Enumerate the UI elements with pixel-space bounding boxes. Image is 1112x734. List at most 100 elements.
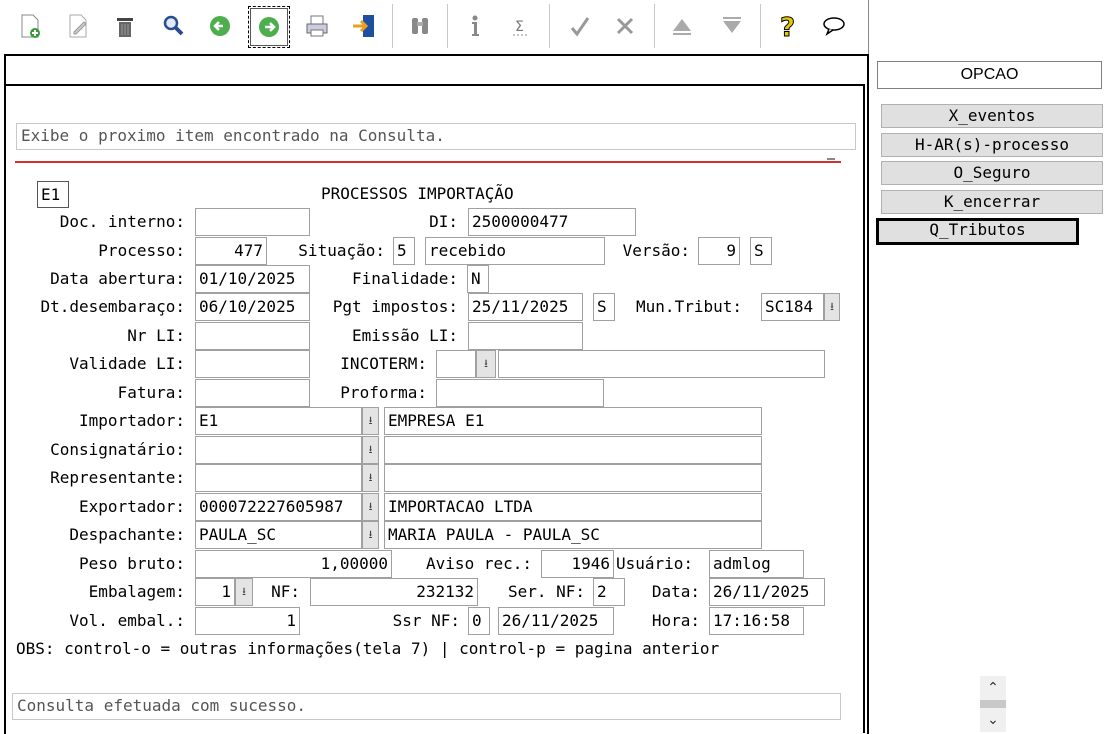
opcao-field[interactable]: OPCAO xyxy=(877,61,1102,89)
label-aviso-rec: Aviso rec.: xyxy=(426,554,532,573)
situacao-code-field[interactable]: 5 xyxy=(393,237,415,265)
label-emissao-li: Emissão LI: xyxy=(352,326,458,345)
label-ser-nf: Ser. NF: xyxy=(507,582,585,601)
consignatario-name-field xyxy=(384,436,762,464)
consignatario-code-field[interactable] xyxy=(195,436,362,464)
pgt-flag-field[interactable]: S xyxy=(593,293,615,321)
despachante-dropdown-icon[interactable]: ⭳ xyxy=(362,521,379,549)
help-icon[interactable]: ? xyxy=(767,6,807,46)
exportador-dropdown-icon[interactable]: ⭳ xyxy=(362,493,379,521)
label-hora: Hora: xyxy=(651,611,700,630)
nf-field[interactable]: 232132 xyxy=(310,578,478,606)
edit-icon[interactable] xyxy=(58,6,98,46)
q-tributos-button[interactable]: Q_Tributos xyxy=(876,218,1079,245)
representante-code-field[interactable] xyxy=(195,464,362,492)
mun-tribut-dropdown-icon[interactable]: ⭳ xyxy=(824,293,840,321)
validade-li-field[interactable] xyxy=(195,350,310,378)
representante-dropdown-icon[interactable]: ⭳ xyxy=(362,464,379,492)
next-icon[interactable] xyxy=(248,6,290,48)
label-exportador: Exportador: xyxy=(79,497,185,516)
k-encerrar-button[interactable]: K_encerrar xyxy=(881,190,1103,214)
binoculars-icon[interactable] xyxy=(400,6,440,46)
exportador-code-field[interactable]: 000072227605987 xyxy=(195,493,362,521)
label-data: Data: xyxy=(651,582,700,601)
label-peso-bruto: Peso bruto: xyxy=(79,554,185,573)
toolbar-separator xyxy=(392,4,393,48)
versao-flag-field[interactable]: S xyxy=(750,237,772,265)
toolbar-separator xyxy=(654,4,655,48)
representante-name-field xyxy=(384,464,762,492)
label-fatura: Fatura: xyxy=(117,383,185,402)
consignatario-dropdown-icon[interactable]: ⭳ xyxy=(362,436,379,464)
label-validade-li: Validade LI: xyxy=(69,354,185,373)
pgt-impostos-field[interactable]: 25/11/2025 xyxy=(468,293,583,321)
ssr-nf-field[interactable]: 0 xyxy=(468,607,490,635)
o-seguro-button[interactable]: O_Seguro xyxy=(881,161,1103,185)
svg-text:Σ: Σ xyxy=(515,19,524,35)
label-despachante: Despachante: xyxy=(69,525,185,544)
proforma-field[interactable] xyxy=(436,379,604,407)
cancel-icon[interactable] xyxy=(605,6,645,46)
usuario-field: admlog xyxy=(709,550,804,578)
trash-icon[interactable] xyxy=(105,6,145,46)
scroll-down-icon[interactable]: ⌄ xyxy=(980,708,1006,732)
scroll-up-icon[interactable]: ⌃ xyxy=(980,676,1006,700)
processo-field[interactable]: 477 xyxy=(195,237,267,265)
versao-field[interactable]: 9 xyxy=(698,237,740,265)
label-versao: Versão: xyxy=(622,241,690,260)
down-icon[interactable] xyxy=(712,6,752,46)
toolbar-separator xyxy=(760,4,761,48)
data-abertura-field[interactable]: 01/10/2025 xyxy=(195,265,310,293)
x-eventos-button[interactable]: X_eventos xyxy=(881,104,1103,128)
data-field[interactable]: 26/11/2025 xyxy=(709,578,825,606)
emissao-li-field[interactable] xyxy=(468,322,583,350)
label-importador: Importador: xyxy=(79,411,185,430)
vol-embal-field[interactable]: 1 xyxy=(195,607,300,635)
doc-interno-field[interactable] xyxy=(195,208,310,236)
label-situacao: Situação: xyxy=(298,241,385,260)
label-processo: Processo: xyxy=(98,241,185,260)
h-ar-processo-button[interactable]: H-AR(s)-processo xyxy=(881,133,1103,157)
dt-desembaraco-field[interactable]: 06/10/2025 xyxy=(195,293,310,321)
scroll-thumb[interactable] xyxy=(980,700,1006,708)
incoterm-field[interactable] xyxy=(436,350,476,378)
up-icon[interactable] xyxy=(662,6,702,46)
new-document-icon[interactable] xyxy=(10,6,50,46)
print-icon[interactable] xyxy=(297,6,337,46)
label-di: DI: xyxy=(429,212,458,231)
incoterm-desc-field xyxy=(498,350,825,378)
embalagem-field[interactable]: 1 xyxy=(195,578,235,606)
peso-bruto-field[interactable]: 1,00000 xyxy=(195,550,392,578)
info-icon[interactable] xyxy=(455,6,495,46)
page-title: PROCESSOS IMPORTAÇÃO xyxy=(321,184,514,203)
mun-tribut-field[interactable]: SC184 xyxy=(761,293,824,321)
hora-field[interactable]: 17:16:58 xyxy=(709,607,804,635)
aviso-rec-field[interactable]: 1946 xyxy=(541,550,614,578)
importador-dropdown-icon[interactable]: ⭳ xyxy=(362,407,379,435)
label-incoterm: INCOTERM: xyxy=(340,354,427,373)
screen-code: E1 xyxy=(37,181,69,208)
embalagem-dropdown-icon[interactable]: ⭳ xyxy=(235,578,253,606)
importador-code-field[interactable]: E1 xyxy=(195,407,362,435)
despachante-name-field: MARIA PAULA - PAULA_SC xyxy=(384,521,762,549)
confirm-icon[interactable] xyxy=(560,6,600,46)
ser-nf-field[interactable]: 2 xyxy=(593,578,625,606)
fatura-field[interactable] xyxy=(195,379,310,407)
di-field[interactable]: 2500000477 xyxy=(468,208,636,236)
toolbar: Σ ? xyxy=(0,0,870,54)
exit-icon[interactable] xyxy=(344,6,384,46)
situacao-desc-field: recebido xyxy=(425,237,605,265)
sum-icon[interactable]: Σ xyxy=(501,6,541,46)
svg-text:?: ? xyxy=(780,13,795,40)
label-ssr-nf: Ssr NF: xyxy=(392,611,460,630)
chat-icon[interactable] xyxy=(814,6,854,46)
search-icon[interactable] xyxy=(153,6,193,46)
despachante-code-field[interactable]: PAULA_SC xyxy=(195,521,362,549)
ssr-data-field[interactable]: 26/11/2025 xyxy=(498,607,614,635)
incoterm-dropdown-icon[interactable]: ⭳ xyxy=(476,350,496,378)
nr-li-field[interactable] xyxy=(195,322,310,350)
label-vol-embal: Vol. embal.: xyxy=(69,611,185,630)
label-nf: NF: xyxy=(271,582,300,601)
finalidade-field[interactable]: N xyxy=(467,265,489,293)
previous-icon[interactable] xyxy=(200,6,240,46)
